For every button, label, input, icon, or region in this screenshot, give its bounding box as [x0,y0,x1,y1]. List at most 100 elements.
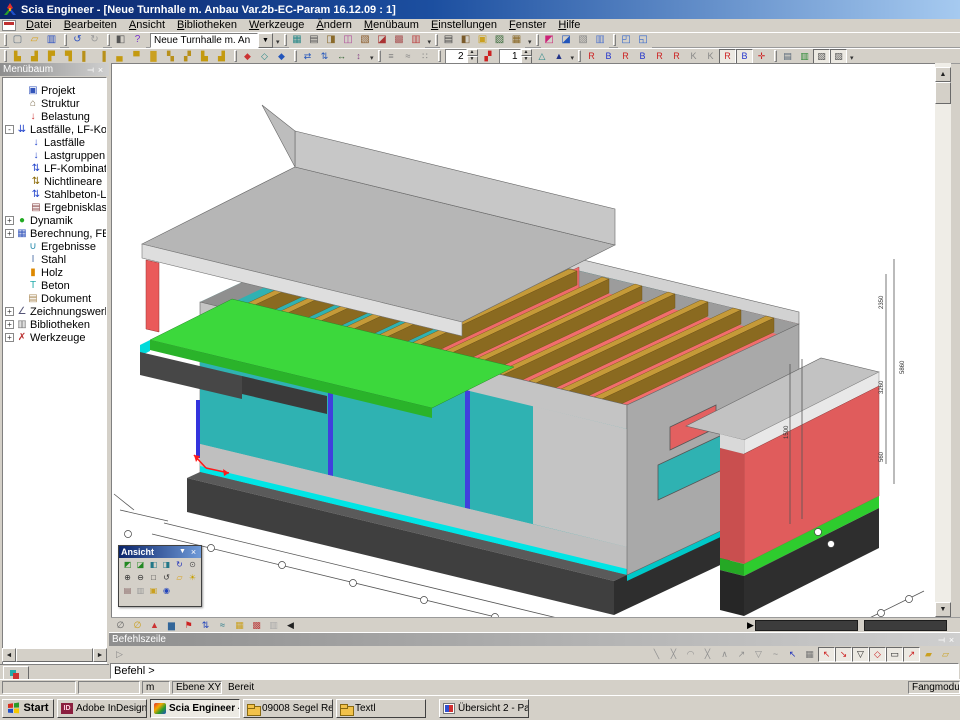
snap-angle-button[interactable]: ∧ [716,647,733,662]
scroll-left-icon[interactable]: ◄ [2,648,16,662]
toolbar-grip[interactable] [284,34,287,46]
layer-spinner[interactable]: 1 ▲▼ [499,49,532,64]
truss-tool-button[interactable]: ▟ [213,49,230,64]
snap-int-button[interactable]: ↗ [903,647,920,662]
paperspace-button[interactable]: ▦ [508,33,525,48]
overflow-icon[interactable]: ▾ [528,38,532,46]
spin-up-icon[interactable]: ▲ [467,49,478,57]
view-axo-2-button[interactable]: ◪ [134,558,147,571]
overflow-icon[interactable]: ▾ [428,38,432,46]
close-icon[interactable]: × [188,547,199,558]
command-run-button[interactable]: ▷ [111,647,128,662]
trim-tool-button[interactable]: ≈ [400,49,417,64]
zoom-doc-button[interactable]: ◪ [558,33,575,48]
tree-expander-icon[interactable]: + [5,320,14,329]
triangle-button[interactable]: ▲ [146,618,163,633]
view-b-button[interactable]: ◱ [635,33,652,48]
center-button[interactable]: ✛ [753,49,770,64]
activity-spinner[interactable]: 2 ▲▼ [445,49,478,64]
toolbar-grip[interactable] [774,50,777,62]
sidebar-item-stahlbeton-lfk[interactable]: ⇅ Stahlbeton-LFK [3,188,106,201]
scrollbar-thumb[interactable] [935,82,951,104]
snap-delete-button[interactable]: ╳ [699,647,716,662]
taskbar-indesign-button[interactable]: Adobe InDesign C... [57,699,147,718]
scroll-right-icon[interactable]: ► [93,648,107,662]
menu-datei[interactable]: Datei [20,19,58,32]
new-project-button[interactable]: ▢ [9,33,26,48]
sidebar-item-werkzeuge[interactable]: + ✗ Werkzeuge [3,331,106,344]
menu-bearbeiten[interactable]: Bearbeiten [58,19,123,32]
snap-line-button[interactable]: ╲ [648,647,665,662]
grid-doc-button[interactable]: ▧ [575,33,592,48]
scroll-left-button[interactable]: ◀ [282,618,299,633]
scroll-down-icon[interactable]: ▼ [935,602,951,617]
zoom-out-button[interactable]: ⊖ [134,571,147,584]
menu-aendern[interactable]: Ändern [310,19,357,32]
chevron-down-icon[interactable]: ▼ [177,547,188,558]
solid-tool-button[interactable]: █ [145,49,162,64]
snap-mid-button[interactable]: ↘ [835,647,852,662]
close-icon[interactable]: × [95,64,106,75]
toolbar-grip[interactable] [613,34,616,46]
snap-dir-button[interactable]: ↗ [733,647,750,662]
axis-button[interactable]: △ [534,49,551,64]
save-view-button[interactable]: ▤ [779,49,796,64]
start-button[interactable]: Start [2,699,54,718]
wall-tool-button[interactable]: ▛ [43,49,60,64]
sidebar-item-holz[interactable]: ▮ Holz [3,266,106,279]
table-button[interactable]: ▥ [408,33,425,48]
mirror-tool-button[interactable]: ↔ [333,49,350,64]
toolbar-grip[interactable] [378,50,381,62]
menu-bibliotheken[interactable]: Bibliotheken [171,19,243,32]
wave-button[interactable]: ≈ [214,618,231,633]
node-tool-button[interactable]: ◆ [273,49,290,64]
chart-button[interactable]: ▆ [163,618,180,633]
haunch-tool-button[interactable]: ▚ [162,49,179,64]
shade-view-button[interactable]: ◉ [160,584,173,597]
view-zoom-sel-button[interactable]: ⊙ [186,558,199,571]
toolbar-grip[interactable] [578,50,581,62]
toolbar-grip[interactable] [435,34,438,46]
snap-box-b-button[interactable]: ▱ [937,647,954,662]
menu-fenster[interactable]: Fenster [503,19,552,32]
toolbar-grip[interactable] [438,50,441,62]
frame-button[interactable]: ▥ [592,33,609,48]
document-button[interactable]: ▣ [474,33,491,48]
overflow-icon[interactable]: ▾ [370,54,374,62]
menu-menuebaum[interactable]: Menübaum [358,19,425,32]
taskbar-segel-button[interactable]: 09008 Segel Rech... [243,699,333,718]
layer-value[interactable]: 1 [499,49,521,64]
clip-yellow-button[interactable]: ∅ [129,618,146,633]
beam-tool-button[interactable]: ▟ [26,49,43,64]
result-r3-button[interactable]: R [651,49,668,64]
menu-hilfe[interactable]: Hilfe [552,19,586,32]
preview-button[interactable]: ◨ [323,33,340,48]
sidebar-item-stahl[interactable]: I Stahl [3,253,106,266]
faded-button[interactable]: ▥ [265,618,282,633]
result-b1-button[interactable]: B [600,49,617,64]
sidebar-item-ergebnisse[interactable]: ∪ Ergebnisse [3,240,106,253]
sidebar-item-berechnung[interactable]: + ▦ Berechnung, FE-Netz [3,227,106,240]
overflow-icon[interactable]: ▾ [276,38,280,46]
model-viewport[interactable]: 2350 3260 560 5860 1500 [111,63,935,617]
sidebar-item-belastung[interactable]: ↓ Belastung [3,110,106,123]
sidebar-item-beton[interactable]: T Beton [3,279,106,292]
toggle-b-button[interactable]: ▨ [830,49,847,64]
result-k2-button[interactable]: K [702,49,719,64]
sidebar-item-lastgruppen[interactable]: ↓ Lastgruppen [3,149,106,162]
document-icon[interactable] [2,20,16,31]
toolbar-grip[interactable] [4,50,7,62]
rotate-tool-button[interactable]: ↕ [350,49,367,64]
slab-tool-button[interactable]: ▜ [60,49,77,64]
image-button[interactable]: ◪ [374,33,391,48]
status-plane[interactable]: Ebene XY [172,681,222,694]
menu-werkzeuge[interactable]: Werkzeuge [243,19,310,32]
new-window-button[interactable]: ◧ [112,33,129,48]
palette-header[interactable]: Ansicht ▼ × [119,546,201,558]
viewport-vertical-scrollbar[interactable]: ▲ ▼ [935,63,951,617]
snap-cross-button[interactable]: ╳ [665,647,682,662]
sidebar-item-dokument[interactable]: ▤ Dokument [3,292,106,305]
view-axo-1-button[interactable]: ◩ [121,558,134,571]
clip-gray-button[interactable]: ∅ [112,618,129,633]
sidebar-item-ergebnisklassen[interactable]: ▤ Ergebnisklassen [3,201,106,214]
